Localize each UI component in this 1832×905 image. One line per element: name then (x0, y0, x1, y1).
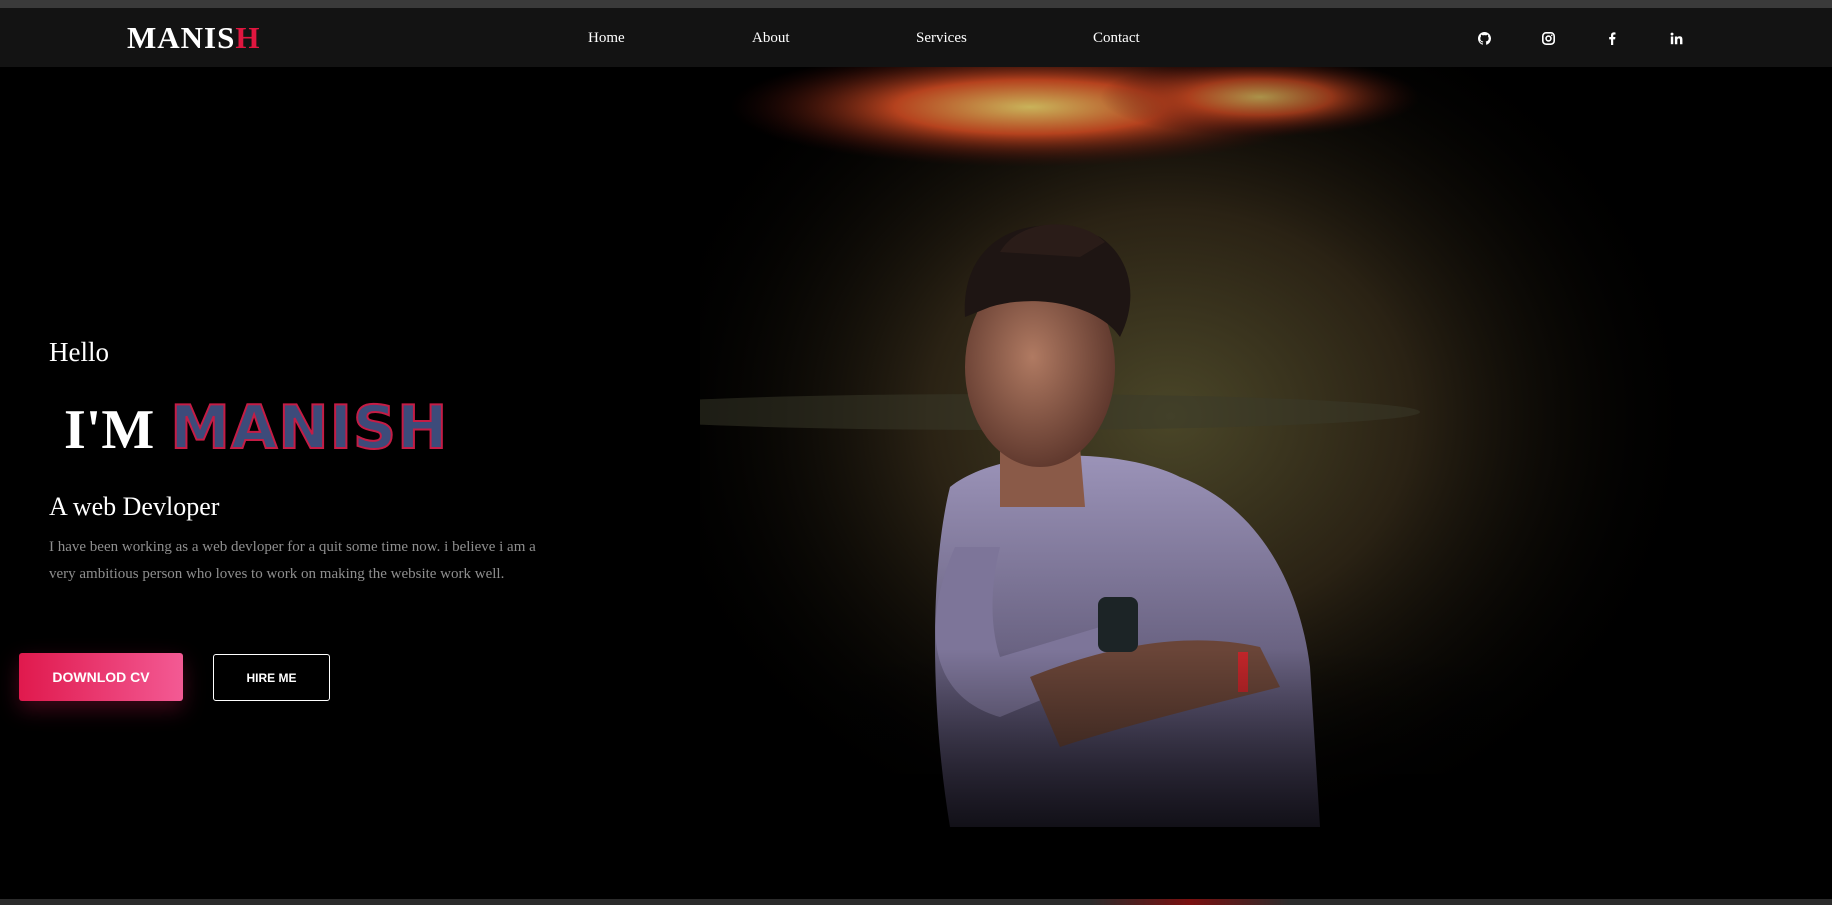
hero-greeting: Hello (49, 337, 109, 367)
window-top-strip (0, 0, 1832, 8)
bottom-glow (1090, 899, 1290, 905)
linkedin-icon[interactable] (1666, 28, 1686, 48)
hero-role: A web Devloper (49, 492, 220, 521)
download-cv-button[interactable]: DOWNLOD CV (19, 653, 183, 701)
nav-link-about[interactable]: About (752, 30, 790, 47)
hero-section: Hello I'M MANISH A web Devloper I have b… (0, 67, 1832, 899)
instagram-icon[interactable] (1538, 28, 1558, 48)
hero-name: MANISH (169, 392, 449, 464)
site-logo[interactable]: MANISH (127, 20, 260, 56)
hero-im-text: I'M (64, 399, 155, 461)
github-icon[interactable] (1474, 28, 1494, 48)
profile-photo (580, 67, 1680, 899)
logo-accent-letter: H (235, 20, 261, 55)
top-navbar: MANISH Home About Services Contact (0, 8, 1832, 67)
facebook-icon[interactable] (1602, 28, 1622, 48)
hero-description: I have been working as a web devloper fo… (49, 539, 536, 582)
bottom-strip (0, 899, 1832, 905)
nav-link-services[interactable]: Services (916, 30, 967, 47)
hero-title: I'M MANISH (64, 392, 449, 473)
nav-link-home[interactable]: Home (588, 30, 625, 47)
hire-me-button[interactable]: HIRE ME (213, 654, 330, 701)
logo-text: MANIS (127, 20, 236, 55)
nav-link-contact[interactable]: Contact (1093, 30, 1140, 47)
